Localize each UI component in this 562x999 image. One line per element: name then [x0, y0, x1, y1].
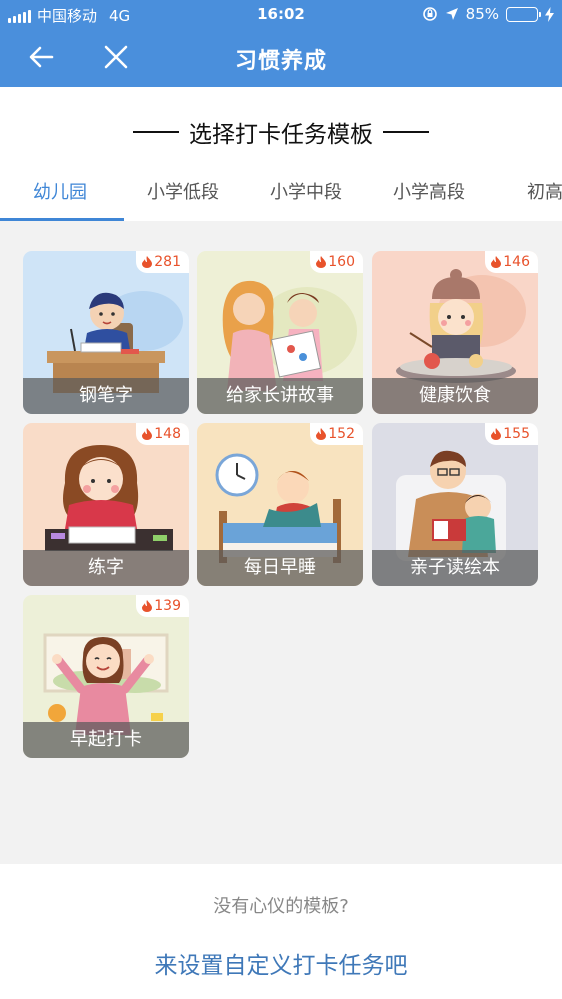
flame-icon: [491, 428, 502, 440]
flame-icon: [491, 256, 502, 268]
template-name: 健康饮食: [372, 378, 538, 414]
popularity-count: 281: [154, 254, 181, 270]
template-card[interactable]: 281 钢笔字: [23, 251, 189, 414]
flame-icon: [142, 256, 153, 268]
flame-icon: [316, 428, 327, 440]
template-name: 早起打卡: [23, 722, 189, 758]
charging-icon: [545, 6, 554, 22]
flame-icon: [142, 428, 153, 440]
custom-task-link[interactable]: 来设置自定义打卡任务吧: [0, 946, 562, 980]
template-name: 每日早睡: [197, 550, 363, 586]
template-name: 给家长讲故事: [197, 378, 363, 414]
template-card[interactable]: 155 亲子读绘本: [372, 423, 538, 586]
template-card[interactable]: 160 给家长讲故事: [197, 251, 363, 414]
tab-junior-senior[interactable]: 初高: [527, 165, 562, 221]
popularity-count: 139: [154, 598, 181, 614]
template-card[interactable]: 139 早起打卡: [23, 595, 189, 758]
popularity-count: 152: [328, 426, 355, 442]
popularity-count: 146: [503, 254, 530, 270]
heading-dash-left: [133, 131, 179, 133]
custom-task-footer: 没有心仪的模板? 来设置自定义打卡任务吧: [0, 864, 562, 999]
heading-dash-right: [383, 131, 429, 133]
template-card[interactable]: 152 每日早睡: [197, 423, 363, 586]
tab-primary-upper[interactable]: 小学高段: [393, 165, 465, 221]
popularity-badge: 139: [136, 595, 189, 617]
template-card[interactable]: 146 健康饮食: [372, 251, 538, 414]
tab-primary-middle[interactable]: 小学中段: [270, 165, 342, 221]
template-card[interactable]: 148 练字: [23, 423, 189, 586]
template-name: 练字: [23, 550, 189, 586]
flame-icon: [316, 256, 327, 268]
tab-primary-lower[interactable]: 小学低段: [147, 165, 219, 221]
section-heading-text: 选择打卡任务模板: [189, 122, 373, 148]
battery-percent: 85%: [465, 5, 499, 23]
nav-bar: 习惯养成: [0, 28, 562, 87]
popularity-badge: 146: [485, 251, 538, 273]
popularity-count: 155: [503, 426, 530, 442]
status-right: 85%: [422, 5, 554, 23]
template-header-panel: 选择打卡任务模板 幼儿园 小学低段 小学中段 小学高段 初高: [0, 87, 562, 221]
grade-tabs: 幼儿园 小学低段 小学中段 小学高段 初高: [0, 165, 562, 221]
popularity-count: 148: [154, 426, 181, 442]
popularity-badge: 160: [310, 251, 363, 273]
popularity-badge: 155: [485, 423, 538, 445]
popularity-badge: 148: [136, 423, 189, 445]
template-name: 亲子读绘本: [372, 550, 538, 586]
status-bar: 中国移动 4G 16:02 85%: [0, 0, 562, 28]
popularity-count: 160: [328, 254, 355, 270]
battery-icon: [506, 6, 541, 22]
location-icon: [445, 8, 458, 20]
template-name: 钢笔字: [23, 378, 189, 414]
active-tab-indicator: [0, 218, 124, 221]
page-title: 习惯养成: [234, 49, 327, 74]
popularity-badge: 152: [310, 423, 363, 445]
section-heading: 选择打卡任务模板: [0, 115, 562, 149]
footer-hint: 没有心仪的模板?: [213, 896, 349, 917]
tab-kindergarten[interactable]: 幼儿园: [33, 165, 87, 221]
popularity-badge: 281: [136, 251, 189, 273]
orientation-lock-icon: [422, 7, 437, 21]
flame-icon: [142, 600, 153, 612]
